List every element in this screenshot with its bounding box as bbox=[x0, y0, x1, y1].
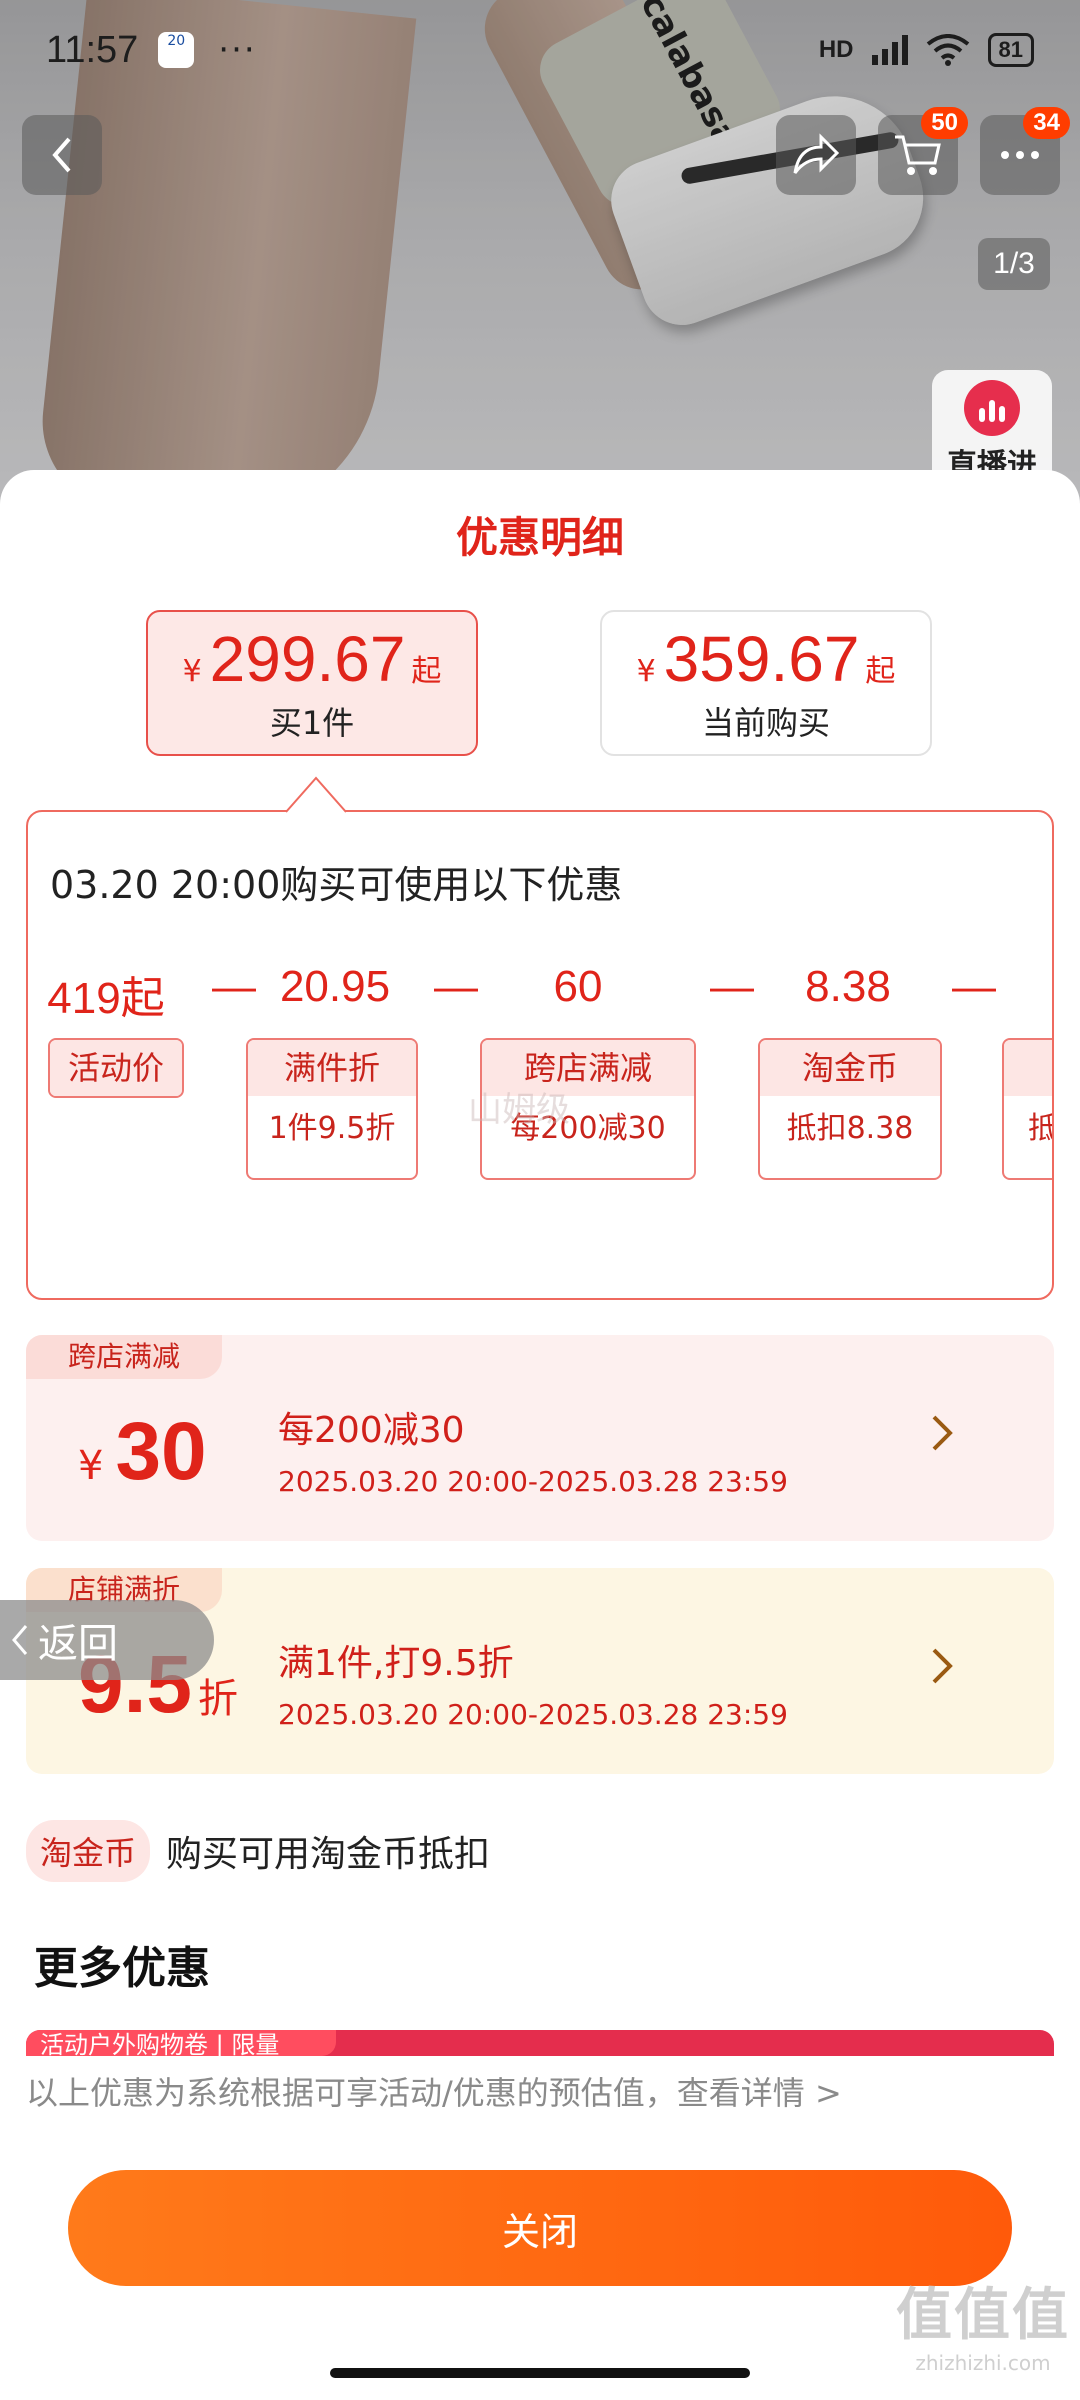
card-period: 2025.03.20 20:00-2025.03.28 23:59 bbox=[278, 1465, 788, 1498]
chevron-left-icon bbox=[52, 137, 71, 173]
tag-detail: 抵 bbox=[1004, 1096, 1052, 1162]
yen-symbol: ¥ bbox=[636, 654, 656, 689]
breakdown-value: 20.95 bbox=[279, 962, 391, 1011]
chevron-right-icon bbox=[932, 1648, 953, 1684]
notification-icon: 20 bbox=[158, 32, 195, 68]
chevron-left-icon bbox=[12, 1625, 28, 1655]
amount-value: 30 bbox=[115, 1406, 207, 1497]
option-current-purchase[interactable]: ¥ 359.67 起 当前购买 bbox=[600, 610, 932, 756]
tag-multi-item-discount: 满件折 1件9.5折 bbox=[246, 1038, 418, 1180]
tag-title: 活动价 bbox=[50, 1040, 182, 1096]
more-notifications-icon: ··· bbox=[218, 30, 257, 70]
breakdown-value: 60 bbox=[553, 962, 603, 1011]
tag-detail: 抵扣8.38 bbox=[786, 1111, 914, 1146]
taojinbi-row: 淘金币 购买可用淘金币抵扣 bbox=[26, 1820, 490, 1882]
live-icon bbox=[964, 380, 1020, 436]
card-rule: 满1件,打9.5折 bbox=[278, 1643, 514, 1684]
card-period: 2025.03.20 20:00-2025.03.28 23:59 bbox=[278, 1698, 788, 1731]
close-button[interactable]: 关闭 bbox=[68, 2170, 1012, 2286]
option-price: ¥ 299.67 起 bbox=[148, 622, 476, 696]
minus-sign: — bbox=[710, 962, 754, 1011]
disclaimer-link[interactable]: 以上优惠为系统根据可享活动/优惠的预估值，查看详情 > bbox=[26, 2068, 842, 2114]
amount-suffix: 折 bbox=[198, 1676, 238, 1722]
taojinbi-pill: 淘金币 bbox=[26, 1820, 151, 1882]
watermark-text: 山姆级 bbox=[468, 1090, 570, 1130]
tag-title: 淘金币 bbox=[760, 1040, 940, 1096]
price-value: 299.67 bbox=[209, 623, 406, 695]
more-discounts-strip[interactable]: 活动户外购物卷 | 限量 bbox=[26, 2030, 1054, 2056]
tag-title bbox=[1004, 1040, 1052, 1096]
breakdown-headline: 03.20 20:00购买可使用以下优惠 bbox=[50, 863, 623, 907]
cart-button[interactable]: 50 bbox=[878, 107, 968, 195]
cart-icon bbox=[895, 135, 941, 175]
yen-symbol: ¥ bbox=[182, 654, 202, 689]
status-right: HD 81 bbox=[819, 33, 1034, 67]
signal-icon bbox=[871, 35, 908, 65]
floating-back-button[interactable]: 返回 bbox=[0, 1600, 214, 1680]
card-rule: 每200减30 bbox=[278, 1410, 465, 1451]
network-hd-label: HD bbox=[818, 36, 854, 63]
option-price: ¥ 359.67 起 bbox=[602, 622, 930, 696]
site-watermark-url: zhizhizhi.com bbox=[915, 2351, 1051, 2375]
discount-breakdown-panel: 03.20 20:00购买可使用以下优惠 419起 — 20.95 — 60 —… bbox=[26, 810, 1054, 1300]
floating-back-label: 返回 bbox=[38, 1621, 118, 1667]
option-label: 当前购买 bbox=[701, 704, 830, 742]
back-button[interactable] bbox=[22, 115, 102, 195]
breakdown-value: 8.38 bbox=[805, 962, 891, 1011]
tag-detail: 1件9.5折 bbox=[268, 1111, 396, 1146]
message-count-badge: 34 bbox=[1023, 107, 1070, 139]
discount-sheet: 优惠明细 ¥ 299.67 起 买1件 ¥ 359.67 起 当前购买 03.2… bbox=[0, 470, 1080, 2400]
image-pager: 1/3 bbox=[978, 238, 1050, 290]
option-label: 买1件 bbox=[269, 704, 355, 742]
taojinbi-text: 购买可用淘金币抵扣 bbox=[166, 1834, 491, 1875]
status-bar: 11:57 20 ··· HD 81 bbox=[0, 0, 1080, 100]
wifi-icon bbox=[926, 34, 969, 66]
sheet-title: 优惠明细 bbox=[455, 513, 624, 562]
tag-activity-price: 活动价 bbox=[48, 1038, 184, 1098]
minus-sign: — bbox=[434, 962, 478, 1011]
price-suffix: 起 bbox=[865, 654, 896, 689]
yen-symbol: ¥ bbox=[78, 1443, 104, 1489]
cart-count-badge: 50 bbox=[921, 107, 968, 139]
tag-taojinbi: 淘金币 抵扣8.38 bbox=[758, 1038, 942, 1180]
share-icon bbox=[793, 133, 840, 174]
more-icon bbox=[1001, 151, 1039, 159]
tag-partial: 抵 bbox=[1002, 1038, 1052, 1180]
price-value: 359.67 bbox=[663, 623, 860, 695]
site-watermark-logo: 值值值 bbox=[896, 2283, 1070, 2348]
cross-store-discount-card[interactable]: 跨店满减 ¥ 30 每200减30 2025.03.20 20:00-2025.… bbox=[26, 1335, 1054, 1541]
option-buy-one[interactable]: ¥ 299.67 起 买1件 bbox=[146, 610, 478, 756]
status-time: 11:57 bbox=[46, 28, 139, 71]
panel-pointer bbox=[286, 776, 346, 813]
breakdown-chain[interactable]: 419起 — 20.95 — 60 — 8.38 — 活动价 满件折 1件9.5… bbox=[28, 962, 1052, 1262]
strip-label: 活动户外购物卷 | 限量 bbox=[26, 2030, 336, 2056]
chevron-right-icon bbox=[932, 1415, 953, 1451]
battery-icon: 81 bbox=[987, 33, 1034, 67]
card-amount: ¥ 30 bbox=[78, 1405, 207, 1499]
minus-sign: — bbox=[952, 962, 996, 1011]
site-watermark: 值值值 zhizhizhi.com bbox=[896, 2270, 1070, 2375]
message-button[interactable]: 34 bbox=[980, 107, 1070, 195]
more-discounts-title: 更多优惠 bbox=[34, 1943, 210, 1994]
share-button[interactable] bbox=[776, 115, 856, 195]
breakdown-value: 419起 bbox=[47, 974, 165, 1023]
price-suffix: 起 bbox=[411, 654, 442, 689]
tag-title: 满件折 bbox=[248, 1040, 416, 1096]
card-tag: 跨店满减 bbox=[26, 1335, 223, 1379]
home-indicator[interactable] bbox=[330, 2368, 750, 2378]
